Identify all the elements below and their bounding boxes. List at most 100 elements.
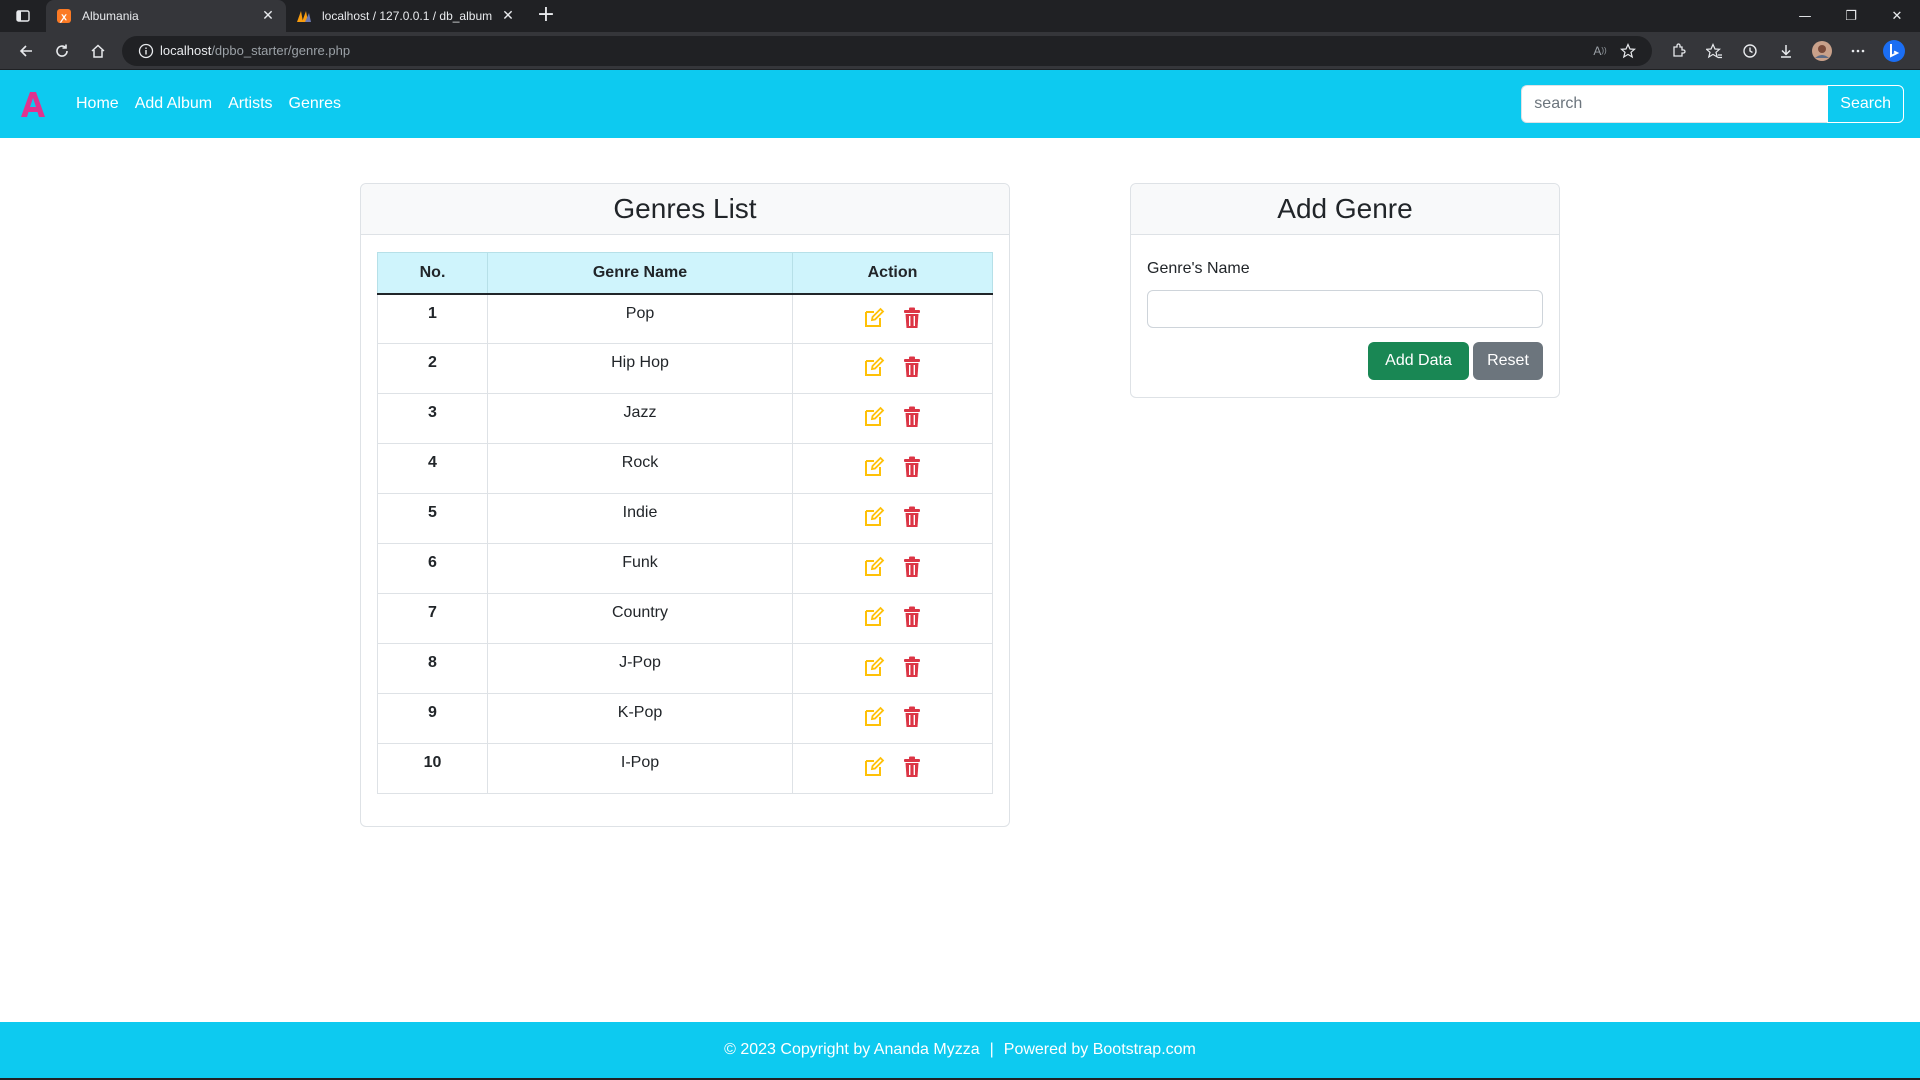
reload-button[interactable] xyxy=(44,35,80,67)
add-favorite-icon[interactable] xyxy=(1614,39,1642,63)
more-dots-icon xyxy=(1851,49,1865,52)
row-number: 6 xyxy=(377,543,488,594)
search-button[interactable]: Search xyxy=(1827,85,1904,123)
downloads-button[interactable] xyxy=(1768,35,1804,67)
close-window-button[interactable]: ✕ xyxy=(1874,0,1920,32)
back-arrow-icon xyxy=(19,44,32,57)
action-cell xyxy=(792,593,993,644)
edit-icon[interactable] xyxy=(863,656,885,678)
genre-name-cell: Jazz xyxy=(487,393,793,444)
read-aloud-icon[interactable]: A)) xyxy=(1586,39,1614,63)
tab-actions-button[interactable] xyxy=(0,9,46,23)
nav-link-home[interactable]: Home xyxy=(76,95,119,113)
restore-button[interactable]: ❐ xyxy=(1828,0,1874,32)
edit-icon[interactable] xyxy=(863,506,885,528)
genre-name-cell: Indie xyxy=(487,493,793,544)
delete-icon[interactable] xyxy=(901,356,923,378)
delete-icon[interactable] xyxy=(901,706,923,728)
action-cell xyxy=(792,543,993,594)
site-navbar: Home Add Album Artists Genres Search xyxy=(0,70,1920,138)
genres-list-title: Genres List xyxy=(361,184,1009,235)
edit-icon[interactable] xyxy=(863,406,885,428)
search-form: Search xyxy=(1521,85,1904,123)
table-row: 5 Indie xyxy=(377,493,993,544)
row-number: 7 xyxy=(377,593,488,644)
table-row: 10 I-Pop xyxy=(377,743,993,794)
delete-icon[interactable] xyxy=(901,756,923,778)
browser-tab-bar: ꭗ Albumania ✕ localhost / 127.0.0.1 / db… xyxy=(0,0,1920,32)
column-header-action: Action xyxy=(792,252,993,295)
download-icon xyxy=(1781,44,1791,58)
row-number: 4 xyxy=(377,443,488,494)
address-bar[interactable]: localhost/dpbo_starter/genre.php A)) xyxy=(122,35,1652,66)
delete-icon[interactable] xyxy=(901,307,923,329)
action-cell xyxy=(792,443,993,494)
favorites-icon xyxy=(1706,42,1722,58)
footer-copyright: © 2023 Copyright by Ananda Myzza xyxy=(724,1041,980,1058)
edit-icon[interactable] xyxy=(863,706,885,728)
delete-icon[interactable] xyxy=(901,556,923,578)
back-button[interactable] xyxy=(8,35,44,67)
footer-powered-by: Powered by Bootstrap.com xyxy=(1003,1041,1196,1058)
browser-tab-phpmyadmin[interactable]: localhost / 127.0.0.1 / db_album ✕ xyxy=(286,0,526,32)
edit-icon[interactable] xyxy=(863,756,885,778)
delete-icon[interactable] xyxy=(901,406,923,428)
brand-logo[interactable] xyxy=(16,84,50,124)
site-info-icon[interactable] xyxy=(132,39,160,63)
genre-name-cell: Funk xyxy=(487,543,793,594)
browser-tab-albumania[interactable]: ꭗ Albumania ✕ xyxy=(46,0,286,32)
delete-icon[interactable] xyxy=(901,656,923,678)
add-genre-title: Add Genre xyxy=(1131,184,1559,235)
action-cell xyxy=(792,493,993,544)
table-row: 3 Jazz xyxy=(377,393,993,444)
close-tab-icon[interactable]: ✕ xyxy=(260,8,276,24)
column-header-genre-name: Genre Name xyxy=(487,252,793,295)
nav-link-artists[interactable]: Artists xyxy=(228,95,272,113)
favorites-button[interactable] xyxy=(1696,35,1732,67)
edit-icon[interactable] xyxy=(863,356,885,378)
bing-copilot-button[interactable] xyxy=(1876,35,1912,67)
genre-name-label: Genre's Name xyxy=(1147,260,1250,277)
table-row: 6 Funk xyxy=(377,543,993,594)
tab-title: Albumania xyxy=(82,9,139,23)
table-row: 7 Country xyxy=(377,593,993,644)
tab-title: localhost / 127.0.0.1 / db_album xyxy=(322,9,493,23)
edit-icon[interactable] xyxy=(863,606,885,628)
delete-icon[interactable] xyxy=(901,456,923,478)
table-row: 1 Pop xyxy=(377,293,993,344)
row-number: 9 xyxy=(377,693,488,744)
history-icon xyxy=(1743,43,1757,58)
home-button[interactable] xyxy=(80,35,116,67)
more-menu-button[interactable] xyxy=(1840,35,1876,67)
edit-icon[interactable] xyxy=(863,307,885,329)
delete-icon[interactable] xyxy=(901,506,923,528)
edit-icon[interactable] xyxy=(863,456,885,478)
genre-name-cell: J-Pop xyxy=(487,643,793,694)
nav-link-genres[interactable]: Genres xyxy=(289,95,341,113)
row-number: 3 xyxy=(377,393,488,444)
profile-button[interactable] xyxy=(1804,35,1840,67)
row-number: 10 xyxy=(377,743,488,794)
nav-link-add-album[interactable]: Add Album xyxy=(135,95,212,113)
new-tab-button[interactable]: + xyxy=(532,2,560,30)
action-cell xyxy=(792,693,993,744)
url-path: /dpbo_starter/genre.php xyxy=(211,43,351,58)
edit-icon[interactable] xyxy=(863,556,885,578)
svg-text:ꭗ: ꭗ xyxy=(59,12,67,23)
bing-icon xyxy=(1883,39,1905,62)
delete-icon[interactable] xyxy=(901,606,923,628)
action-cell xyxy=(792,743,993,794)
history-button[interactable] xyxy=(1732,35,1768,67)
reset-button[interactable]: Reset xyxy=(1473,342,1543,380)
add-data-button[interactable]: Add Data xyxy=(1368,342,1469,380)
search-input[interactable] xyxy=(1521,85,1828,123)
action-cell xyxy=(792,293,993,344)
genre-name-cell: Country xyxy=(487,593,793,644)
genre-name-input[interactable] xyxy=(1147,290,1543,328)
row-number: 1 xyxy=(377,293,488,344)
table-row: 9 K-Pop xyxy=(377,693,993,744)
minimize-button[interactable]: — xyxy=(1782,0,1828,32)
genre-name-cell: Pop xyxy=(487,293,793,344)
extensions-button[interactable] xyxy=(1660,35,1696,67)
close-tab-icon[interactable]: ✕ xyxy=(500,8,516,24)
